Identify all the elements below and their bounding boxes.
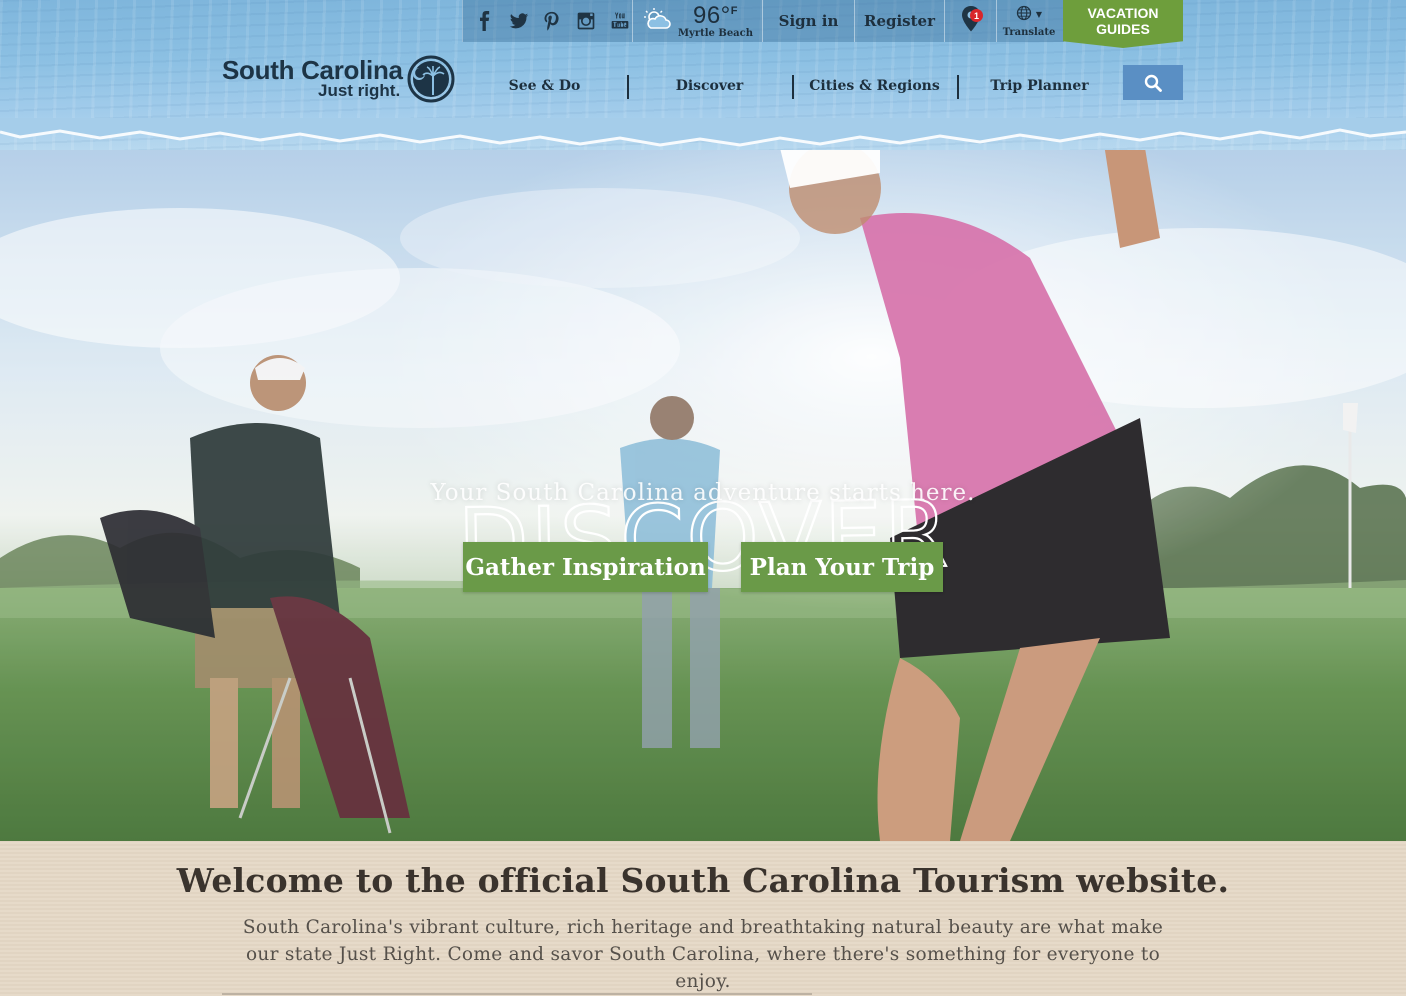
divider bbox=[222, 993, 812, 995]
vacation-guides-line2: GUIDES bbox=[1096, 21, 1150, 37]
search-button[interactable] bbox=[1123, 65, 1183, 100]
welcome-section: Welcome to the official South Carolina T… bbox=[0, 841, 1406, 996]
sign-in-link[interactable]: Sign in bbox=[763, 0, 855, 42]
temperature-unit: F bbox=[730, 4, 738, 17]
hero-section: DISCOVER Your South Carolina adventure s… bbox=[0, 118, 1406, 841]
pinterest-icon[interactable] bbox=[541, 9, 565, 33]
translate-icons: ▼ bbox=[1016, 5, 1042, 25]
utility-bar: 96°F Myrtle Beach Sign in Register 1 ▼ T… bbox=[462, 0, 1064, 42]
gather-inspiration-button[interactable]: Gather Inspiration bbox=[463, 542, 708, 592]
twitter-icon[interactable] bbox=[507, 9, 531, 33]
youtube-icon[interactable] bbox=[608, 9, 632, 33]
weather-widget[interactable]: 96°F Myrtle Beach bbox=[633, 0, 763, 42]
south-carolina-logo[interactable]: South Carolina Just right. bbox=[222, 54, 458, 106]
welcome-text: South Carolina's vibrant culture, rich h… bbox=[242, 917, 1164, 992]
social-links bbox=[463, 0, 633, 42]
register-link[interactable]: Register bbox=[855, 0, 945, 42]
temperature: 96°F bbox=[692, 1, 738, 29]
welcome-title: Welcome to the official South Carolina T… bbox=[176, 861, 1230, 900]
weather-text: 96°F Myrtle Beach bbox=[677, 1, 754, 39]
search-icon bbox=[1144, 74, 1162, 92]
facebook-icon[interactable] bbox=[473, 9, 497, 33]
nav-discover[interactable]: Discover bbox=[627, 75, 792, 99]
globe-icon bbox=[1016, 5, 1032, 25]
chevron-down-icon: ▼ bbox=[1035, 10, 1043, 19]
temperature-value: 96° bbox=[692, 1, 731, 29]
nav-see-and-do[interactable]: See & Do bbox=[462, 78, 627, 94]
plan-your-trip-button[interactable]: Plan Your Trip bbox=[741, 542, 943, 592]
weather-location: Myrtle Beach bbox=[677, 27, 754, 39]
nav-cities-and-regions[interactable]: Cities & Regions bbox=[792, 75, 957, 99]
vacation-guides-line1: VACATION bbox=[1087, 5, 1159, 21]
main-nav: See & Do Discover Cities & Regions Trip … bbox=[462, 70, 1122, 102]
site-header: 96°F Myrtle Beach Sign in Register 1 ▼ T… bbox=[0, 0, 1406, 150]
translate-label: Translate bbox=[1002, 26, 1056, 38]
partly-cloudy-icon bbox=[642, 7, 672, 35]
hero-subtitle: Your South Carolina adventure starts her… bbox=[430, 480, 976, 506]
vacation-guides-button[interactable]: VACATION GUIDES bbox=[1063, 0, 1183, 48]
nav-trip-planner[interactable]: Trip Planner bbox=[957, 75, 1122, 99]
instagram-icon[interactable] bbox=[574, 9, 598, 33]
favorites-button[interactable]: 1 bbox=[945, 0, 997, 42]
palmetto-moon-icon bbox=[407, 55, 455, 103]
torn-paper-edge bbox=[0, 118, 1406, 147]
translate-dropdown[interactable]: ▼ Translate bbox=[997, 0, 1061, 42]
favorites-count-badge: 1 bbox=[970, 9, 983, 22]
logo-tagline: Just right. bbox=[318, 81, 401, 100]
